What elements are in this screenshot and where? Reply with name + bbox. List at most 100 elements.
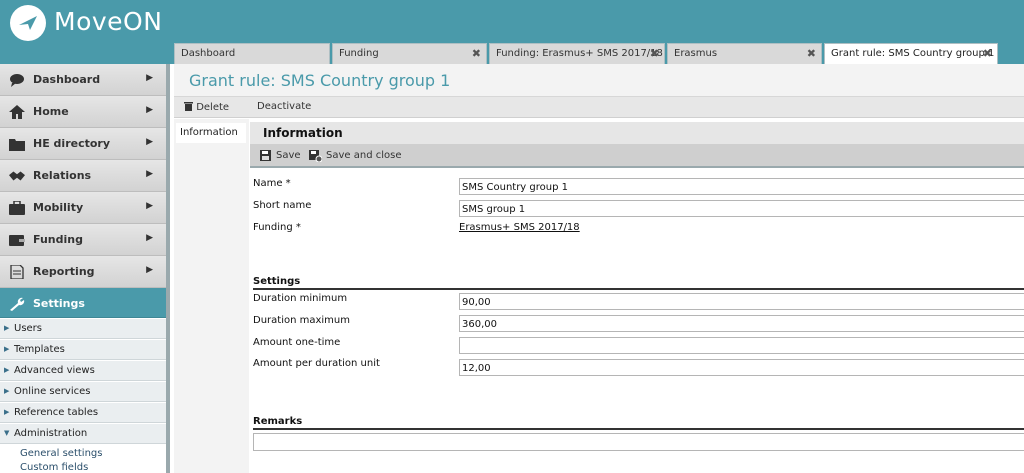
close-icon[interactable]: ✖: [650, 47, 659, 60]
name-field[interactable]: [459, 178, 1024, 195]
caret-right-icon: ▶: [4, 324, 10, 332]
detail-tab-information[interactable]: Information: [176, 123, 246, 143]
subnav-item-templates[interactable]: ▶ Templates: [0, 340, 166, 360]
chevron-right-icon: ▶: [146, 201, 153, 211]
funding-link[interactable]: Erasmus+ SMS 2017/18: [459, 222, 580, 233]
sidebar-item-he-directory[interactable]: HE directory ▶: [0, 128, 166, 160]
admin-item-general-settings[interactable]: General settings: [20, 448, 102, 459]
save-close-icon: [309, 150, 322, 162]
sidebar-item-label: HE directory: [33, 137, 111, 150]
document-icon: [10, 265, 24, 279]
tab-label: Dashboard: [181, 48, 236, 59]
information-form: Information Save Save and close Name * S…: [250, 122, 1024, 473]
delete-button[interactable]: Delete: [184, 101, 229, 113]
subnav-item-online-services[interactable]: ▶ Online services: [0, 382, 166, 402]
tab-label: Funding: Erasmus+ SMS 2017/18: [496, 48, 663, 59]
subnav-item-advanced-views[interactable]: ▶ Advanced views: [0, 361, 166, 381]
sidebar: Dashboard ▶ Home ▶ HE directory ▶ Relati…: [0, 64, 170, 473]
amount-one-time-label: Amount one-time: [253, 337, 341, 348]
subnav-item-label: Administration: [14, 428, 88, 439]
chevron-right-icon: ▶: [146, 265, 153, 275]
action-bar: Delete Deactivate: [174, 96, 1024, 118]
short-name-label: Short name: [253, 200, 312, 211]
caret-right-icon: ▶: [4, 345, 10, 353]
admin-item-custom-fields[interactable]: Custom fields: [20, 462, 88, 473]
tab-label: Erasmus: [674, 48, 718, 59]
floppy-disk-icon: [260, 150, 271, 161]
sidebar-item-home[interactable]: Home ▶: [0, 96, 166, 128]
save-and-close-label: Save and close: [326, 150, 402, 161]
wallet-icon: [9, 235, 25, 246]
chevron-right-icon: ▶: [146, 137, 153, 147]
sidebar-item-dashboard[interactable]: Dashboard ▶: [0, 64, 166, 96]
amount-per-duration-unit-field[interactable]: [459, 359, 1024, 376]
tab-dashboard[interactable]: Dashboard: [174, 43, 330, 64]
folder-icon: [9, 139, 25, 151]
subnav-item-label: Templates: [14, 344, 65, 355]
sidebar-item-relations[interactable]: Relations ▶: [0, 160, 166, 192]
close-icon[interactable]: ✖: [472, 47, 481, 60]
duration-maximum-field[interactable]: [459, 315, 1024, 332]
deactivate-button[interactable]: Deactivate: [257, 101, 311, 112]
caret-right-icon: ▶: [4, 387, 10, 395]
save-label: Save: [276, 150, 301, 161]
subnav-item-label: Advanced views: [14, 365, 95, 376]
tab-funding[interactable]: Funding ✖: [332, 43, 487, 64]
wrench-icon: [10, 297, 25, 311]
name-label: Name *: [253, 178, 291, 189]
speech-bubble-icon: [10, 74, 24, 87]
tab-grant-rule[interactable]: Grant rule: SMS Country group 1 ✖: [824, 43, 998, 64]
subnav-item-label: Reference tables: [14, 407, 99, 418]
sidebar-item-label: Mobility: [33, 201, 84, 214]
tab-label: Funding: [339, 48, 379, 59]
chevron-right-icon: ▶: [146, 73, 153, 83]
sidebar-item-funding[interactable]: Funding ▶: [0, 224, 166, 256]
chevron-right-icon: ▶: [146, 233, 153, 243]
subnav-item-users[interactable]: ▶ Users: [0, 319, 166, 339]
sidebar-item-label: Settings: [33, 297, 85, 310]
tab-label: Grant rule: SMS Country group 1: [831, 48, 995, 59]
subnav-item-reference-tables[interactable]: ▶ Reference tables: [0, 403, 166, 423]
handshake-icon: [9, 171, 25, 181]
trash-icon: [184, 102, 193, 111]
subnav-item-label: Online services: [14, 386, 91, 397]
app-name: MoveON: [54, 7, 163, 36]
delete-label: Delete: [196, 102, 230, 113]
settings-subnav: ▶ Users ▶ Templates ▶ Advanced views ▶ O…: [0, 318, 166, 473]
page-title: Grant rule: SMS Country group 1: [189, 71, 451, 90]
short-name-field[interactable]: [459, 200, 1024, 217]
save-button[interactable]: Save: [260, 150, 301, 161]
caret-down-icon: ▼: [4, 429, 10, 437]
save-and-close-button[interactable]: Save and close: [309, 150, 402, 162]
remarks-heading: Remarks: [253, 416, 1024, 430]
house-icon: [9, 105, 25, 119]
detail-tabs: Information: [174, 119, 249, 473]
duration-minimum-field[interactable]: [459, 293, 1024, 310]
duration-maximum-label: Duration maximum: [253, 315, 350, 326]
form-toolbar: Save Save and close: [250, 144, 1024, 168]
chevron-right-icon: ▶: [146, 169, 153, 179]
close-icon[interactable]: ✖: [983, 47, 992, 60]
amount-one-time-field[interactable]: [459, 337, 1024, 354]
sidebar-item-label: Dashboard: [33, 73, 101, 86]
sidebar-item-settings[interactable]: Settings: [0, 288, 166, 318]
moveon-logo-icon[interactable]: [10, 5, 46, 41]
tab-erasmus[interactable]: Erasmus ✖: [667, 43, 822, 64]
main-content: Grant rule: SMS Country group 1 Delete D…: [174, 64, 1024, 473]
sidebar-item-mobility[interactable]: Mobility ▶: [0, 192, 166, 224]
sidebar-item-reporting[interactable]: Reporting ▶: [0, 256, 166, 288]
title-bar: Grant rule: SMS Country group 1: [174, 64, 1024, 96]
subnav-item-label: Users: [14, 323, 43, 334]
tab-funding-erasmus[interactable]: Funding: Erasmus+ SMS 2017/18 ✖: [489, 43, 665, 64]
top-header: MoveON Dashboard Funding ✖ Funding: Eras…: [0, 0, 1024, 64]
duration-minimum-label: Duration minimum: [253, 293, 348, 304]
remarks-field[interactable]: [253, 433, 1024, 451]
caret-right-icon: ▶: [4, 408, 10, 416]
close-icon[interactable]: ✖: [807, 47, 816, 60]
subnav-item-administration[interactable]: ▼ Administration: [0, 424, 166, 444]
caret-right-icon: ▶: [4, 366, 10, 374]
funding-label: Funding *: [253, 222, 301, 233]
sidebar-item-label: Relations: [33, 169, 92, 182]
settings-heading: Settings: [253, 276, 1024, 290]
briefcase-icon: [9, 201, 25, 215]
